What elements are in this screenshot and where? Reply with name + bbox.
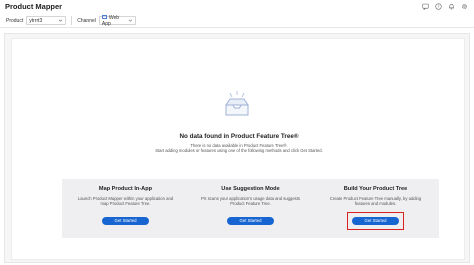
card-map-product-in-app: Map Product In-App Launch Product Mapper…: [62, 179, 189, 238]
chevron-down-icon: [59, 19, 63, 22]
card-title: Build Your Product Tree: [343, 186, 408, 192]
card-description: Launch Product Mapper within your applic…: [77, 196, 174, 207]
get-started-button-build-tree[interactable]: Get Started: [352, 217, 399, 225]
web-app-icon: [101, 15, 107, 20]
filter-divider: [71, 16, 73, 25]
get-started-button-map-in-app[interactable]: Get Started: [102, 217, 149, 225]
product-select[interactable]: ytrrrt3: [26, 16, 67, 25]
card-use-suggestion-mode: Use Suggestion Mode PX scans your applic…: [187, 179, 314, 238]
empty-state-panel: No data found in Product Feature Tree® T…: [11, 38, 465, 260]
top-bar: Product Mapper ?: [0, 0, 474, 13]
top-icons: ?: [422, 3, 468, 10]
empty-state-description: There is no data available in Product Fe…: [12, 143, 466, 153]
card-description: PX scans your application's usage data a…: [200, 196, 301, 207]
help-icon[interactable]: ?: [435, 3, 442, 10]
chevron-down-icon: [128, 19, 133, 22]
product-label: Product: [6, 17, 24, 24]
empty-state-line-2: Start adding modules or features using o…: [155, 148, 323, 154]
empty-inbox-icon: [225, 91, 249, 116]
settings-icon[interactable]: [461, 3, 468, 10]
get-started-button-suggestion-mode[interactable]: Get Started: [227, 217, 274, 225]
main-content: No data found in Product Feature Tree® T…: [4, 33, 470, 263]
filter-bar: Product ytrrrt3 Channel Web App: [0, 14, 474, 28]
chat-icon[interactable]: [422, 3, 429, 10]
channel-select-value-wrap: Web App: [101, 15, 128, 27]
app-title: Product Mapper: [5, 2, 63, 11]
channel-select[interactable]: Web App: [98, 15, 136, 27]
product-select-value: ytrrrt3: [29, 17, 43, 24]
notification-icon[interactable]: [448, 3, 455, 10]
svg-text:?: ?: [437, 4, 439, 9]
card-title: Map Product In-App: [98, 186, 153, 192]
card-description: Create Product Feature Tree manually, by…: [329, 196, 422, 207]
channel-label: Channel: [77, 17, 96, 24]
card-title: Use Suggestion Mode: [221, 186, 280, 192]
empty-state-title: No data found in Product Feature Tree®: [179, 133, 299, 140]
card-build-product-tree: Build Your Product Tree Create Product F…: [312, 179, 439, 238]
